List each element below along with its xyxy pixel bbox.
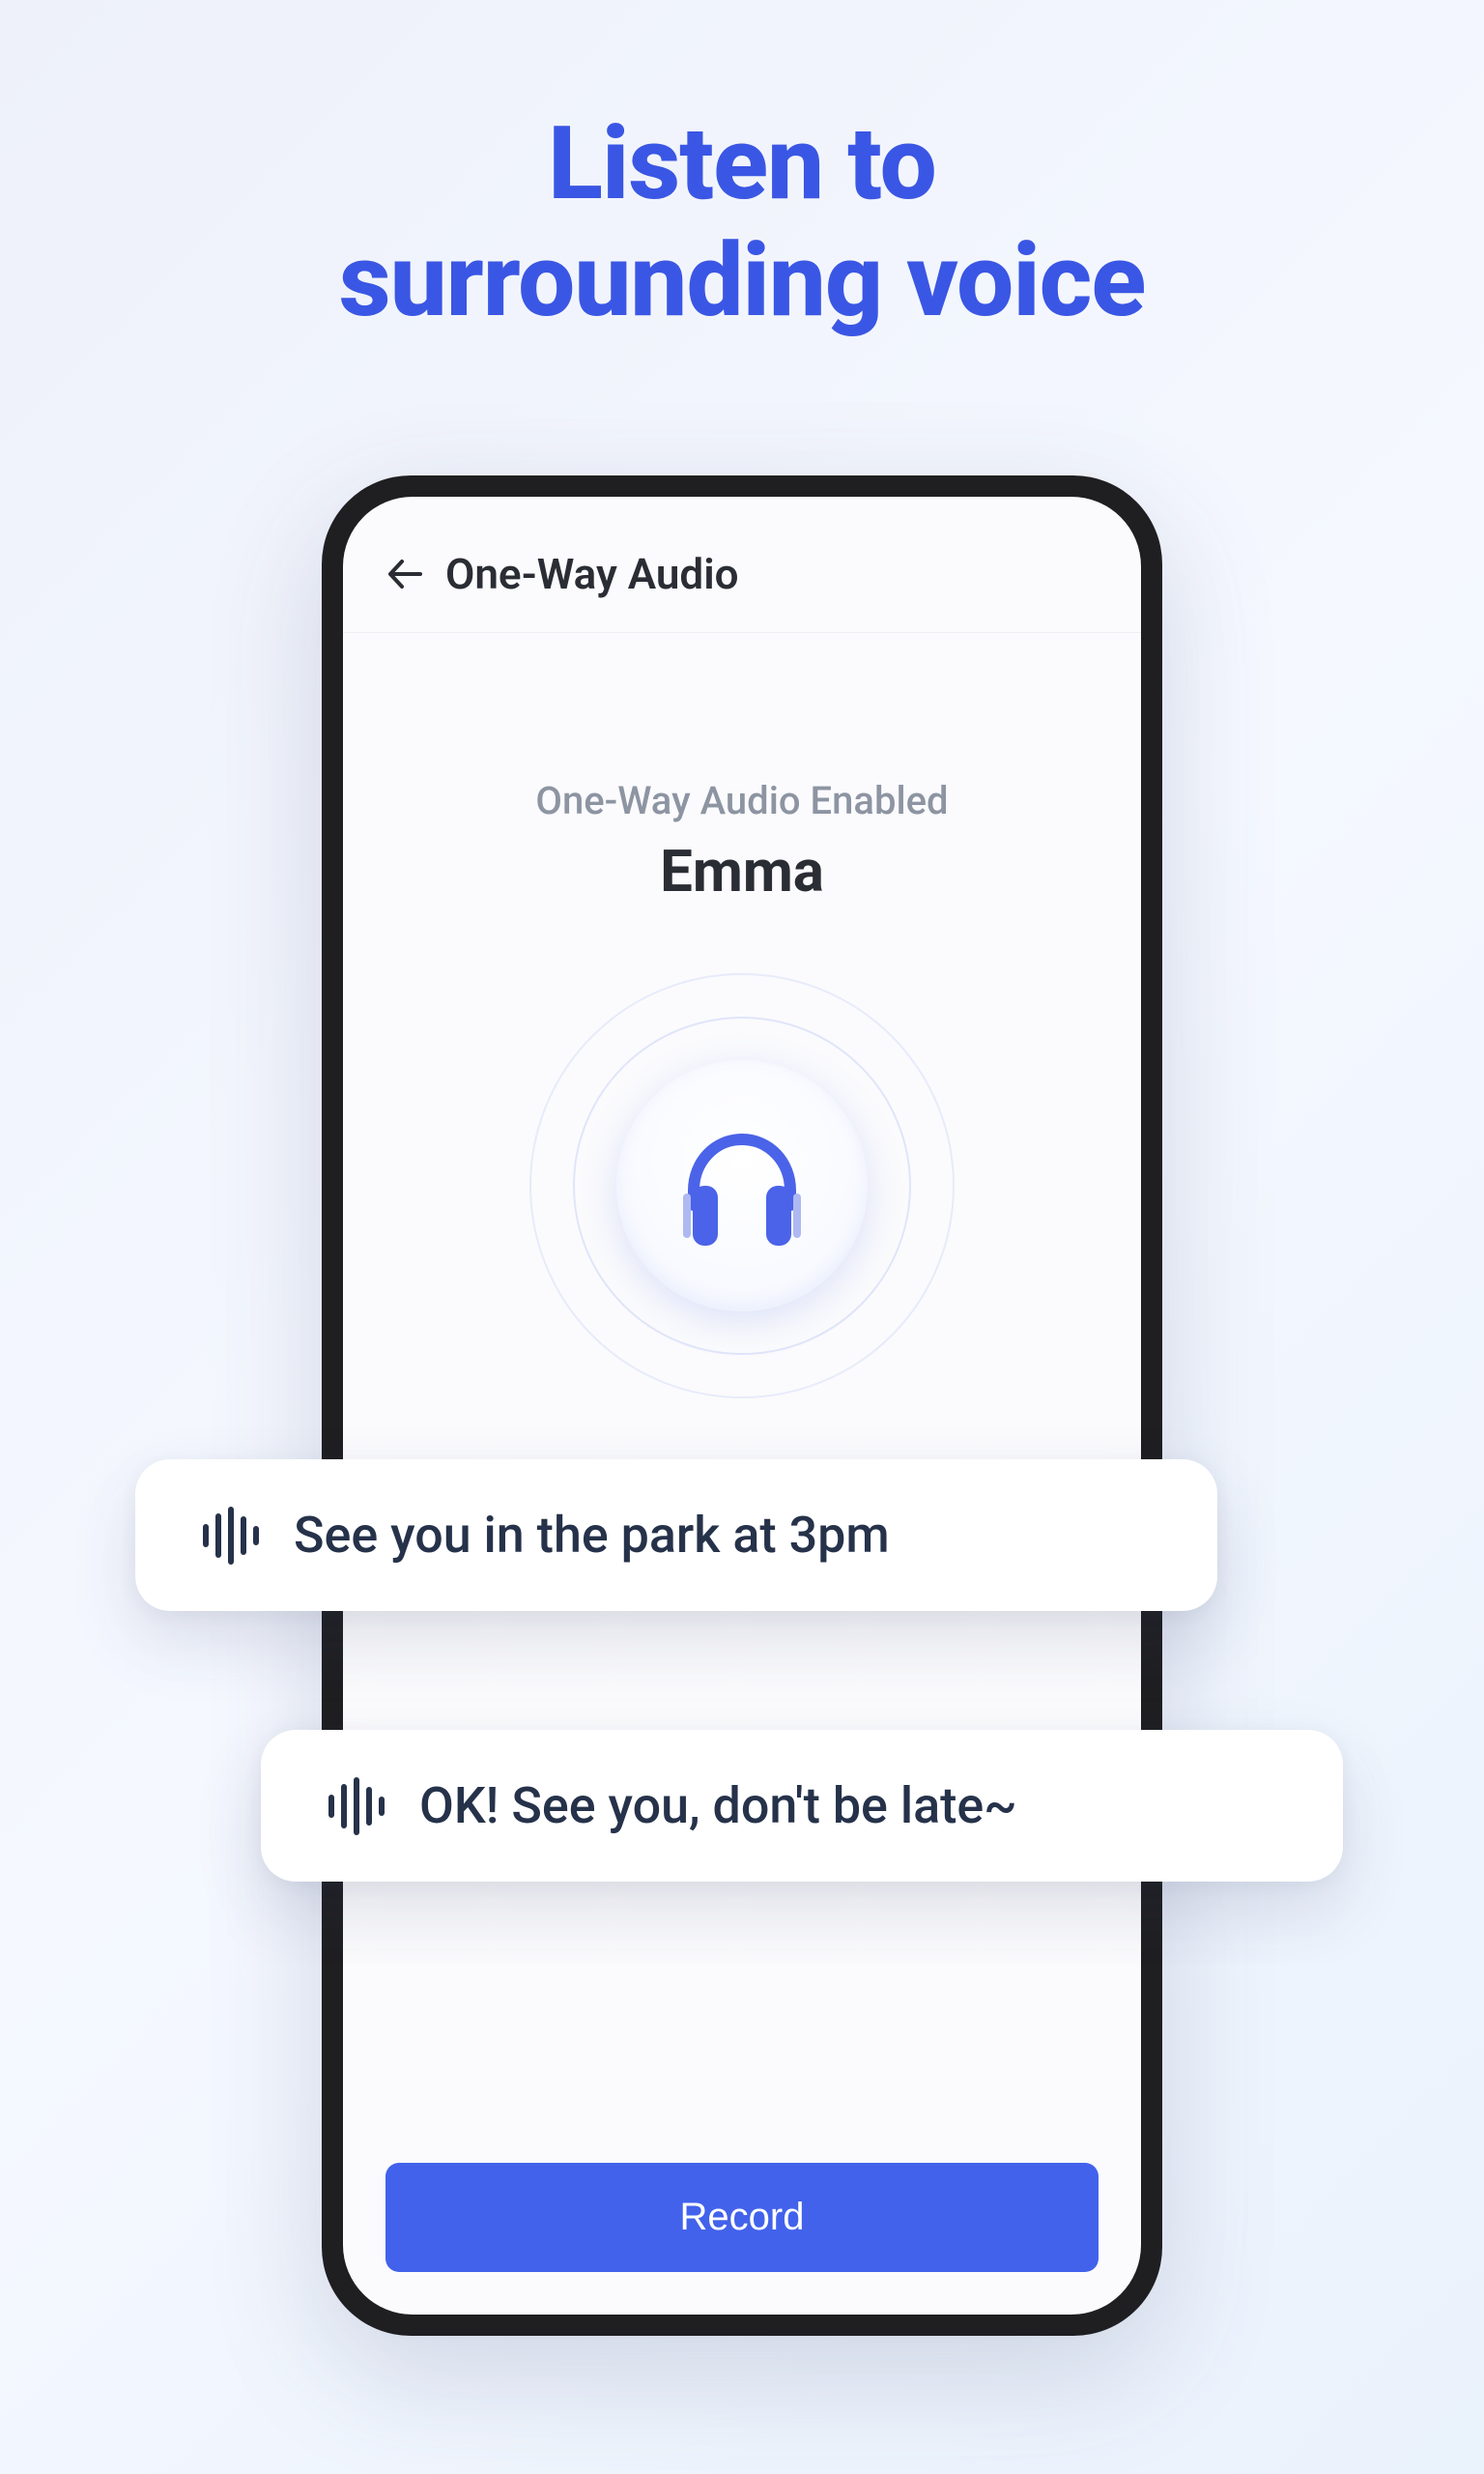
transcript-text: See you in the park at 3pm: [294, 1506, 890, 1565]
phone-screen: One-Way Audio One-Way Audio Enabled Emma: [343, 497, 1141, 2315]
status-label: One-Way Audio Enabled: [535, 778, 948, 823]
record-button[interactable]: Record: [385, 2163, 1099, 2272]
back-button[interactable]: [385, 555, 424, 593]
visualizer-ring-inner: [573, 1017, 911, 1355]
nav-bar: One-Way Audio: [343, 497, 1141, 633]
nav-title: One-Way Audio: [445, 549, 739, 599]
transcript-text: OK! See you, don't be late~: [419, 1776, 1017, 1835]
transcript-bubble: OK! See you, don't be late~: [261, 1730, 1343, 1882]
phone-mock-container: One-Way Audio One-Way Audio Enabled Emma: [322, 475, 1162, 2336]
audio-visualizer: [529, 973, 955, 1398]
transcript-bubble: See you in the park at 3pm: [135, 1459, 1217, 1611]
arrow-left-icon: [387, 559, 422, 590]
page-headline: Listen tosurrounding voice: [339, 106, 1146, 340]
waveform-icon: [328, 1777, 385, 1835]
waveform-icon: [203, 1507, 259, 1565]
person-name: Emma: [660, 837, 824, 906]
phone-frame: One-Way Audio One-Way Audio Enabled Emma: [322, 475, 1162, 2336]
screen-content: One-Way Audio Enabled Emma: [343, 633, 1141, 2163]
